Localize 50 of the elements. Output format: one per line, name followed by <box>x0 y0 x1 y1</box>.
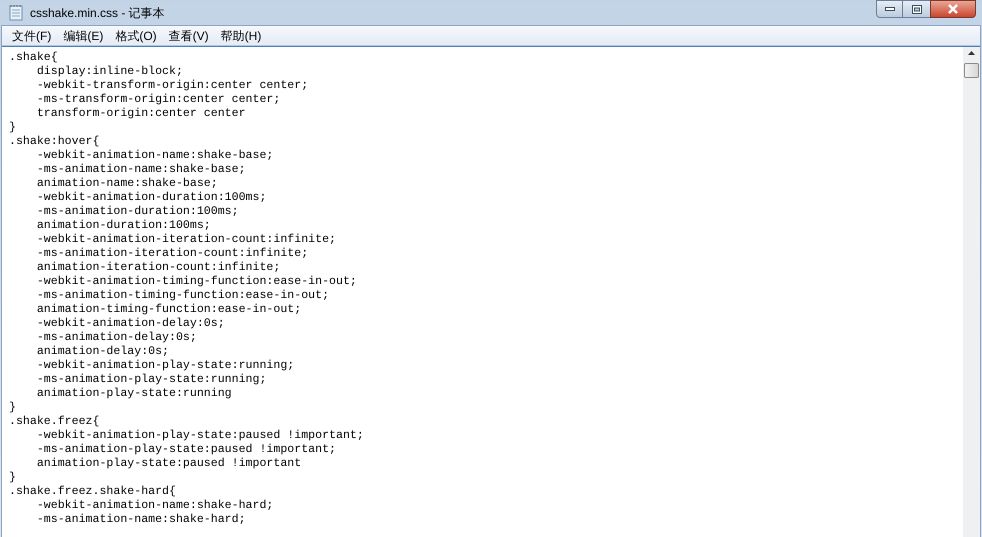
code-line: -webkit-animation-play-state:running; <box>36 359 294 373</box>
code-line: -ms-animation-play-state:running; <box>36 373 266 387</box>
code-line: animation-duration:100ms; <box>36 219 211 233</box>
code-line: } <box>9 121 16 135</box>
code-line: animation-play-state:paused !important <box>36 457 302 471</box>
code-line: -ms-animation-delay:0s; <box>36 331 197 345</box>
code-line: -webkit-animation-name:shake-hard; <box>36 499 274 513</box>
code-line: transform-origin:center center <box>36 107 246 121</box>
code-line: -webkit-animation-iteration-count:infinite; <box>36 233 336 247</box>
scroll-thumb[interactable] <box>964 63 979 78</box>
maximize-button[interactable] <box>903 0 930 18</box>
code-line: -ms-animation-name:shake-hard; <box>36 513 246 527</box>
code-line: animation-timing-function:ease-in-out; <box>36 303 302 317</box>
code-line: -webkit-animation-timing-function:ease-in-out; <box>36 275 357 289</box>
menu-item[interactable]: 帮助(H) <box>214 26 268 44</box>
code-line: } <box>9 401 16 415</box>
code-line: -ms-animation-play-state:paused !important; <box>36 443 336 457</box>
code-line: -webkit-animation-delay:0s; <box>36 317 225 331</box>
code-line: -ms-animation-timing-function:ease-in-out; <box>36 289 330 303</box>
code-line: -ms-transform-origin:center center; <box>36 93 280 107</box>
code-line: -webkit-animation-duration:100ms; <box>36 191 266 205</box>
restore-icon <box>912 4 922 14</box>
code-line: -webkit-animation-name:shake-base; <box>36 149 274 163</box>
code-line: -webkit-transform-origin:center center; <box>36 79 308 93</box>
minimize-button[interactable] <box>876 0 903 18</box>
menu-item[interactable]: 编辑(E) <box>57 26 110 44</box>
code-line: display:inline-block; <box>36 65 183 79</box>
window-title: csshake.min.css - 记事本 <box>30 4 165 22</box>
code-line: -ms-animation-name:shake-base; <box>36 163 246 177</box>
close-button[interactable] <box>930 0 976 18</box>
menu-item[interactable]: 文件(F) <box>6 26 58 44</box>
menu-item[interactable]: 查看(V) <box>162 26 215 44</box>
code-line: animation-delay:0s; <box>36 345 170 359</box>
minimize-icon <box>884 7 894 11</box>
code-line: -webkit-animation-play-state:paused !important; <box>36 429 364 443</box>
vertical-scrollbar[interactable] <box>963 47 980 537</box>
code-line: -ms-animation-duration:100ms; <box>36 205 239 219</box>
code-line: .shake{ <box>9 51 58 65</box>
code-line: .shake.freez{ <box>9 415 100 429</box>
code-line: animation-play-state:running <box>36 387 232 401</box>
code-line: -ms-animation-iteration-count:infinite; <box>36 247 308 261</box>
menu-item[interactable]: 格式(O) <box>109 26 163 44</box>
code-line: animation-iteration-count:infinite; <box>36 261 280 275</box>
code-line: } <box>9 471 16 485</box>
notepad-icon <box>8 4 24 21</box>
close-icon <box>947 4 959 14</box>
code-line: animation-name:shake-base; <box>36 177 218 191</box>
code-line: .shake:hover{ <box>9 135 100 149</box>
scroll-up-arrow-icon[interactable] <box>968 51 975 55</box>
code-line: .shake.freez.shake-hard{ <box>9 485 176 499</box>
